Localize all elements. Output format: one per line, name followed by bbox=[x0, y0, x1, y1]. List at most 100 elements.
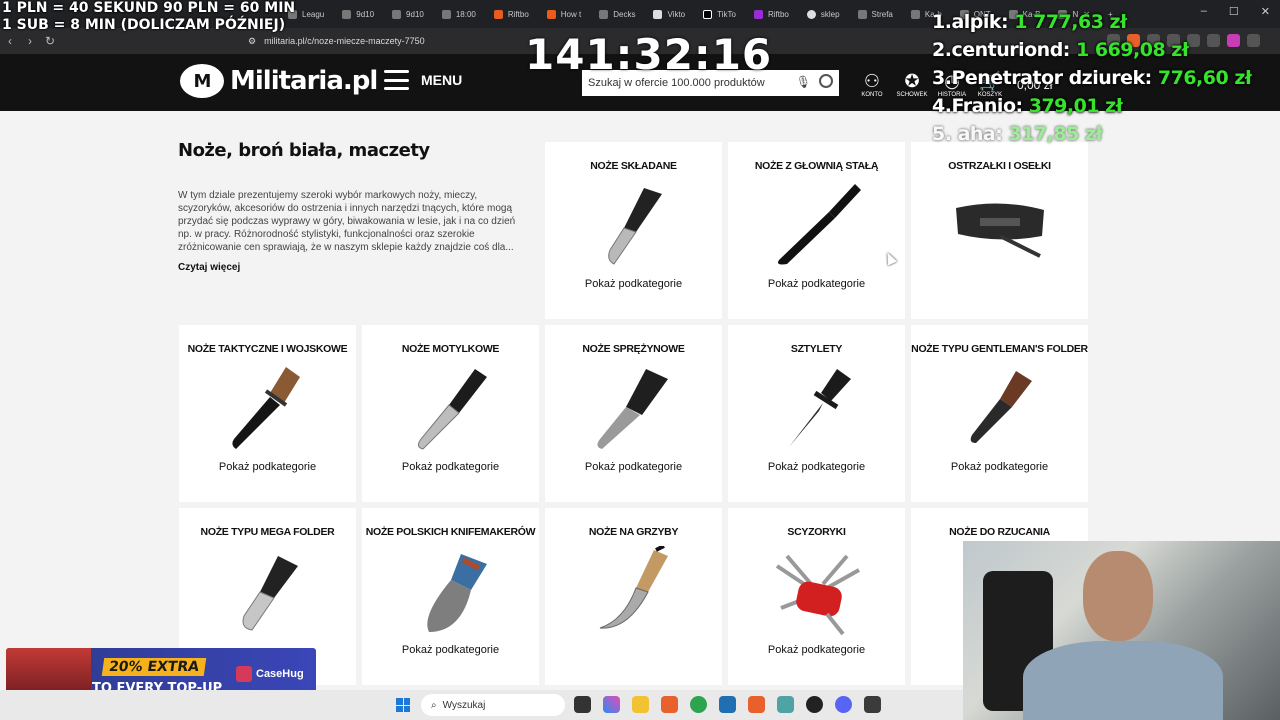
account-icon: ⚇ bbox=[863, 71, 881, 91]
menu-label: MENU bbox=[421, 72, 463, 88]
menu-button[interactable]: MENU bbox=[384, 70, 462, 90]
sharpener-image bbox=[950, 180, 1050, 270]
category-card-fixed-blade[interactable]: NOŻE Z GŁOWNIĄ STAŁĄ Pokaż podkategorie bbox=[728, 142, 905, 319]
tactical-knife-image bbox=[218, 363, 318, 453]
category-title: NOŻE Z GŁOWNIĄ STAŁĄ bbox=[754, 160, 879, 172]
category-card-multitools[interactable]: SCYZORYKI Pokaż podkategorie bbox=[728, 508, 905, 685]
browser-tab[interactable]: TikTo bbox=[695, 3, 744, 25]
leaderboard-row: 4.Franio: 379,01 zł bbox=[932, 95, 1123, 117]
site-settings-icon[interactable]: ⚙ bbox=[248, 36, 256, 47]
reload-icon[interactable]: ↻ bbox=[40, 34, 60, 48]
search-icon: ⌕ bbox=[431, 699, 437, 711]
obs-icon[interactable] bbox=[806, 696, 823, 713]
store-icon[interactable] bbox=[719, 696, 736, 713]
category-card-polish-knifemakers[interactable]: NOŻE POLSKICH KNIFEMAKERÓW Pokaż podkate… bbox=[362, 508, 539, 685]
app-icon[interactable] bbox=[864, 696, 881, 713]
category-title: NOŻE POLSKICH KNIFEMAKERÓW bbox=[365, 526, 536, 538]
leaderboard-row: 1.alpik: 1 777,63 zł bbox=[932, 11, 1127, 33]
category-card-gentlemans-folder[interactable]: NOŻE TYPU GENTLEMAN'S FOLDER Pokaż podka… bbox=[911, 325, 1088, 502]
favicon-icon bbox=[653, 9, 663, 19]
category-title: NOŻE TYPU GENTLEMAN'S FOLDER bbox=[911, 343, 1088, 355]
browser-tab[interactable]: Riftbo bbox=[486, 3, 537, 25]
favicon-icon bbox=[342, 9, 352, 19]
search-icon[interactable] bbox=[819, 74, 833, 88]
site-logo[interactable]: M Militaria.pl bbox=[180, 64, 378, 98]
favicon-icon bbox=[546, 9, 556, 19]
favicon-icon bbox=[392, 9, 402, 19]
category-title: SZTYLETY bbox=[790, 343, 843, 355]
mega-folder-image bbox=[218, 546, 318, 636]
favicon-icon bbox=[493, 9, 503, 19]
category-title: NOŻE DO RZUCANIA bbox=[949, 526, 1050, 538]
category-card-sharpeners[interactable]: OSTRZAŁKI I OSEŁKI bbox=[911, 142, 1088, 319]
show-subcategories-link[interactable]: Pokaż podkategorie bbox=[362, 644, 539, 656]
rates-line: 1 PLN = 40 SEKUND 90 PLN = 60 MIN bbox=[2, 0, 296, 16]
wishlist-button[interactable]: ✪ SCHOWEK bbox=[892, 70, 932, 98]
folding-knife-image bbox=[584, 180, 684, 270]
brave-icon[interactable] bbox=[661, 696, 678, 713]
browser-tab[interactable]: Vikto bbox=[645, 3, 693, 25]
browser-tab[interactable]: Decks bbox=[591, 3, 643, 25]
forward-icon[interactable]: › bbox=[20, 34, 40, 48]
windows-start-icon[interactable] bbox=[396, 698, 410, 712]
account-button[interactable]: ⚇ KONTO bbox=[852, 70, 892, 98]
spring-knife-image bbox=[584, 363, 684, 453]
show-subcategories-link[interactable]: Pokaż podkategorie bbox=[545, 461, 722, 473]
discord-icon[interactable] bbox=[835, 696, 852, 713]
leaderboard-row: 3.Penetrator dziurek: 776,60 zł bbox=[932, 67, 1252, 89]
show-subcategories-link[interactable]: Pokaż podkategorie bbox=[545, 278, 722, 290]
fixed-blade-knife-image bbox=[767, 180, 867, 270]
donation-leaderboard: 1.alpik: 1 777,63 zł 2.centuriond: 1 669… bbox=[932, 8, 1252, 148]
task-view-icon[interactable] bbox=[574, 696, 591, 713]
category-title: NOŻE TAKTYCZNE I WOJSKOWE bbox=[187, 343, 348, 355]
show-subcategories-link[interactable]: Pokaż podkategorie bbox=[179, 461, 356, 473]
category-title: NOŻE TYPU MEGA FOLDER bbox=[200, 526, 335, 538]
favicon-icon bbox=[441, 9, 451, 19]
category-card-daggers[interactable]: SZTYLETY Pokaż podkategorie bbox=[728, 325, 905, 502]
page-title: Noże, broń biała, maczety bbox=[178, 140, 430, 161]
taskbar-search-placeholder: Wyszukaj bbox=[442, 699, 486, 711]
mushroom-knife-image bbox=[584, 544, 684, 636]
category-card-tactical[interactable]: NOŻE TAKTYCZNE I WOJSKOWE Pokaż podkateg… bbox=[179, 325, 356, 502]
category-description: W tym dziale prezentujemy szeroki wybór … bbox=[178, 190, 516, 253]
subathon-timer: 141:32:16 bbox=[525, 30, 773, 79]
browser-tab[interactable]: How t bbox=[539, 3, 589, 25]
dagger-image bbox=[767, 363, 867, 453]
category-title: NOŻE NA GRZYBY bbox=[588, 526, 679, 538]
donation-rates-overlay: 1 PLN = 40 SEKUND 90 PLN = 60 MIN 1 SUB … bbox=[2, 0, 295, 34]
category-card-butterfly[interactable]: NOŻE MOTYLKOWE Pokaż podkategorie bbox=[362, 325, 539, 502]
close-window-icon[interactable]: ✕ bbox=[1261, 5, 1270, 18]
show-subcategories-link[interactable]: Pokaż podkategorie bbox=[728, 461, 905, 473]
tiktok-icon bbox=[703, 9, 713, 19]
show-subcategories-link[interactable]: Pokaż podkategorie bbox=[728, 644, 905, 656]
sponsor-brand: CaseHug bbox=[236, 666, 304, 682]
copilot-icon[interactable] bbox=[603, 696, 620, 713]
show-subcategories-link[interactable]: Pokaż podkategorie bbox=[728, 278, 905, 290]
category-card-folding-knives[interactable]: NOŻE SKŁADANE Pokaż podkategorie bbox=[545, 142, 722, 319]
brave-icon[interactable] bbox=[748, 696, 765, 713]
back-icon[interactable]: ‹ bbox=[0, 34, 20, 48]
leaderboard-row: 2.centuriond: 1 669,08 zł bbox=[932, 39, 1189, 61]
chrome-icon[interactable] bbox=[690, 696, 707, 713]
casehug-logo-icon bbox=[236, 666, 252, 682]
category-card-spring[interactable]: NOŻE SPRĘŻYNOWE Pokaż podkategorie bbox=[545, 325, 722, 502]
show-subcategories-link[interactable]: Pokaż podkategorie bbox=[911, 461, 1088, 473]
file-explorer-icon[interactable] bbox=[632, 696, 649, 713]
browser-tab[interactable]: 9d10 bbox=[384, 3, 432, 25]
rates-line: 1 SUB = 8 MIN (DOLICZAM PÓŹNIEJ) bbox=[2, 17, 286, 33]
browser-tab[interactable]: sklep bbox=[799, 3, 848, 25]
leaderboard-row: 5. aha: 317,85 zł bbox=[932, 123, 1103, 145]
taskbar-search[interactable]: ⌕ Wyszukaj bbox=[421, 694, 565, 716]
category-card-mushroom-knives[interactable]: NOŻE NA GRZYBY bbox=[545, 508, 722, 685]
browser-tab[interactable]: 18:00 bbox=[434, 3, 484, 25]
browser-tab[interactable]: Riftbo bbox=[746, 3, 797, 25]
show-subcategories-link[interactable]: Pokaż podkategorie bbox=[362, 461, 539, 473]
category-title: OSTRZAŁKI I OSEŁKI bbox=[948, 160, 1051, 172]
read-more-link[interactable]: Czytaj więcej bbox=[178, 262, 518, 273]
microphone-icon[interactable]: 🎙 bbox=[796, 75, 811, 89]
notepad-icon[interactable] bbox=[777, 696, 794, 713]
browser-tab[interactable]: Strefa bbox=[850, 3, 901, 25]
favicon-icon bbox=[910, 9, 920, 19]
category-title: NOŻE SPRĘŻYNOWE bbox=[582, 343, 685, 355]
browser-tab[interactable]: 9d10 bbox=[334, 3, 382, 25]
